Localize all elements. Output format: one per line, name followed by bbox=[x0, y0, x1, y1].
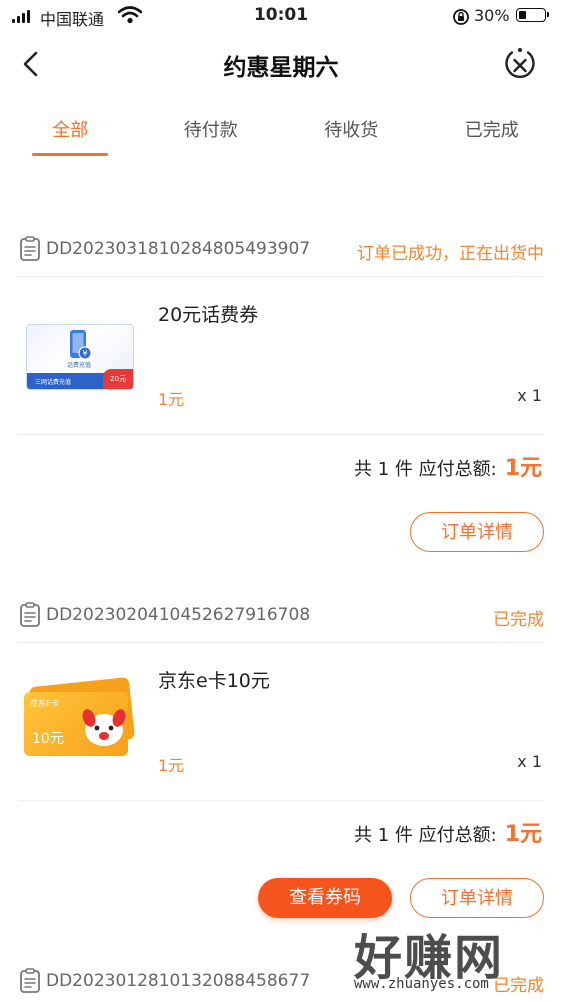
divider bbox=[18, 276, 544, 277]
order-summary: 共 1 件 应付总额: 1元 bbox=[354, 816, 542, 848]
status-bar: 中国联通 10:01 30% bbox=[0, 0, 562, 34]
divider bbox=[18, 800, 544, 801]
order-card: DD2023020410452627916708 已完成 京东E卡 10元 京东… bbox=[0, 594, 562, 924]
back-arrow-icon[interactable] bbox=[16, 48, 48, 80]
nav-bar: 约惠星期六 bbox=[0, 36, 562, 92]
tab-pending-receipt[interactable]: 待收货 bbox=[281, 106, 422, 156]
battery-percent: 30% bbox=[474, 6, 510, 25]
order-summary: 共 1 件 应付总额: 1元 bbox=[354, 450, 542, 482]
order-status: 已完成 bbox=[493, 605, 544, 630]
divider bbox=[18, 642, 544, 643]
product-quantity: x 1 bbox=[517, 752, 542, 771]
summary-label: 共 1 件 应付总额: bbox=[354, 821, 497, 847]
svg-text:¥: ¥ bbox=[82, 349, 87, 358]
order-header: DD2023020410452627916708 已完成 bbox=[0, 594, 562, 636]
order-number: DD2023020410452627916708 bbox=[46, 605, 310, 625]
page-title: 约惠星期六 bbox=[0, 48, 562, 82]
order-status: 已完成 bbox=[493, 971, 544, 996]
order-status: 订单已成功，正在出货中 bbox=[357, 239, 544, 264]
product-price: 1元 bbox=[158, 752, 184, 776]
product-quantity: x 1 bbox=[517, 386, 542, 405]
summary-label: 共 1 件 应付总额: bbox=[354, 455, 497, 481]
order-number: DD2023031810284805493907 bbox=[46, 239, 310, 259]
product-price: 1元 bbox=[158, 386, 184, 410]
product-name[interactable]: 20元话费券 bbox=[158, 300, 258, 327]
order-document-icon bbox=[19, 602, 41, 628]
close-mini-program-icon[interactable] bbox=[502, 46, 538, 82]
phone-icon: ¥ bbox=[68, 329, 92, 363]
order-total: 1元 bbox=[505, 816, 542, 848]
view-voucher-code-button[interactable]: 查看券码 bbox=[258, 878, 392, 918]
tab-pending-payment[interactable]: 待付款 bbox=[141, 106, 282, 156]
thumbnail-strip: 三网话费充值 20元 bbox=[27, 373, 133, 389]
order-detail-button[interactable]: 订单详情 bbox=[410, 512, 544, 552]
order-document-icon bbox=[19, 236, 41, 262]
product-thumbnail[interactable]: 京东E卡 10元 bbox=[24, 682, 134, 758]
card-brand: 京东E卡 bbox=[30, 698, 59, 709]
card-value: 10元 bbox=[32, 728, 64, 748]
order-header: DD2023031810284805493907 订单已成功，正在出货中 bbox=[0, 228, 562, 270]
tab-completed[interactable]: 已完成 bbox=[422, 106, 562, 156]
thumbnail-strip-text: 三网话费充值 bbox=[35, 377, 71, 386]
divider bbox=[18, 434, 544, 435]
orientation-lock-icon bbox=[452, 8, 470, 26]
card-front: 京东E卡 10元 bbox=[24, 692, 128, 756]
order-total: 1元 bbox=[505, 450, 542, 482]
order-number: DD2023012810132088458677 bbox=[46, 971, 310, 991]
thumbnail-badge: 20元 bbox=[103, 369, 133, 389]
order-tabs: 全部 待付款 待收货 已完成 bbox=[0, 106, 562, 156]
product-thumbnail[interactable]: ¥ 话费充值 三网话费充值 20元 bbox=[26, 324, 134, 390]
tab-all[interactable]: 全部 bbox=[0, 106, 141, 156]
jd-dog-mascot-icon bbox=[80, 704, 128, 748]
order-header: DD2023012810132088458677 已完成 bbox=[0, 960, 562, 1002]
thumbnail-caption: 话费充值 bbox=[67, 360, 91, 369]
order-document-icon bbox=[19, 968, 41, 994]
order-detail-button[interactable]: 订单详情 bbox=[410, 878, 544, 918]
order-card: DD2023012810132088458677 已完成 bbox=[0, 960, 562, 1000]
order-card: DD2023031810284805493907 订单已成功，正在出货中 ¥ 话… bbox=[0, 228, 562, 558]
battery-icon bbox=[516, 8, 546, 22]
product-name[interactable]: 京东e卡10元 bbox=[158, 666, 270, 693]
